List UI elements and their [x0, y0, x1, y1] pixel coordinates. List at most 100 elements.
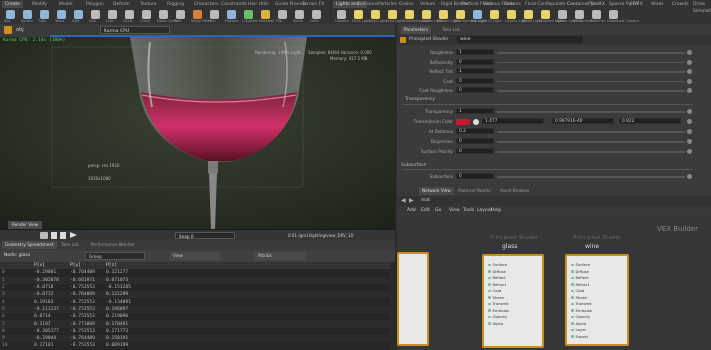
network-path[interactable]: mat [421, 198, 430, 203]
shelf-tool-icon[interactable] [507, 10, 516, 19]
tab-geometry-spreadsheet[interactable]: Geometry Spreadsheet [2, 241, 57, 249]
table-row[interactable]: 10 0.17181 -0.753553 0.009199 [0, 342, 390, 349]
keyframe-icon[interactable] [687, 129, 692, 134]
stop-button[interactable] [51, 232, 57, 239]
node-port[interactable]: Transmit [488, 301, 509, 306]
network-menu-item[interactable]: Add [407, 208, 416, 213]
node-port[interactable]: Surface [488, 262, 507, 267]
table-row[interactable]: 8 -0.305177 -0.753553 0.171773 [0, 328, 390, 335]
shelf-tool-icon[interactable] [91, 10, 100, 19]
shelf-tool-icon[interactable] [295, 10, 304, 19]
shelf-tool-icon[interactable] [388, 10, 397, 19]
shelf-tool-icon[interactable] [609, 10, 618, 19]
shelf-tab[interactable]: Drive Simulation [690, 1, 711, 14]
pause-button[interactable] [60, 232, 66, 239]
shelf-tab[interactable]: FEM [627, 1, 642, 8]
keyframe-icon[interactable] [687, 119, 692, 124]
node-port[interactable]: Coat [571, 288, 584, 293]
parameter-slider[interactable] [497, 111, 685, 113]
tab-network-view[interactable]: Network View [419, 187, 454, 195]
shelf-tool-icon[interactable] [6, 10, 15, 19]
viewport-path[interactable]: obj [16, 27, 24, 33]
node-port[interactable]: Reflect [571, 275, 589, 280]
shelf-tool-icon[interactable] [142, 10, 151, 19]
col-py-header[interactable]: P[y] [68, 262, 104, 270]
shader-node[interactable]: Surface Diffuse Reflect Refract Coat Sheen Tra… [482, 254, 544, 348]
shelf-tab[interactable]: Deform [110, 1, 133, 8]
node-port[interactable]: Layer [571, 327, 586, 332]
node-port[interactable]: Refract [488, 282, 506, 287]
node-port[interactable]: Reflect [488, 275, 506, 280]
node-port[interactable]: Coat [488, 288, 501, 293]
shelf-tool-icon[interactable] [278, 10, 287, 19]
shelf-tab[interactable]: Oceans [501, 1, 524, 8]
shelf-tool-icon[interactable] [473, 10, 482, 19]
shelf-tool-icon[interactable] [371, 10, 380, 19]
parameter-slider[interactable] [497, 71, 685, 73]
col-pz-header[interactable]: P[z] [104, 262, 390, 270]
parameter-field[interactable]: 1.477 [482, 118, 544, 124]
shelf-tool-icon[interactable] [558, 10, 567, 19]
section-subsurface[interactable]: Subsurface [401, 163, 426, 168]
keyframe-icon[interactable] [687, 59, 692, 65]
shelf-tab[interactable]: Grains [396, 1, 417, 8]
table-row[interactable]: 2 -0.0718 -0.753553 -0.151205 [0, 284, 390, 291]
network-menu-item[interactable]: Help [491, 208, 501, 213]
network-menu-item[interactable]: Tools [463, 208, 474, 213]
shelf-tab[interactable]: Rigging [164, 1, 187, 8]
parameter-field[interactable]: 0 [456, 173, 494, 179]
shelf-tab[interactable]: Characters [191, 1, 222, 8]
node-port[interactable]: Transmit [571, 301, 592, 306]
shelf-tool-icon[interactable] [176, 10, 185, 19]
shelf-tool-icon[interactable] [592, 10, 601, 19]
parameter-field[interactable]: 1 [456, 68, 494, 74]
shelf-tool-icon[interactable] [227, 10, 236, 19]
table-row[interactable]: 0 -0.29001 -0.764409 0.121277 [0, 269, 390, 276]
parameter-slider[interactable] [497, 176, 685, 178]
table-row[interactable]: 4 0.19183 -0.753553 -0.134091 [0, 298, 390, 305]
keyframe-icon[interactable] [687, 139, 692, 144]
node-name-field[interactable]: wine [457, 36, 583, 43]
shelf-tool-icon[interactable] [57, 10, 66, 19]
col-index-header[interactable] [0, 262, 32, 270]
col-px-header[interactable]: P[x] [32, 262, 68, 270]
parameter-field[interactable]: 1 [456, 108, 494, 114]
node-port[interactable]: Diffuse [571, 269, 589, 274]
parameter-field[interactable]: 1 [456, 49, 494, 55]
parameter-slider[interactable] [497, 52, 685, 54]
node-port[interactable]: Sheen [488, 295, 504, 300]
shelf-tool-icon[interactable] [337, 10, 346, 19]
keyframe-icon[interactable] [687, 174, 692, 179]
keyframe-icon[interactable] [687, 109, 692, 114]
render-view-tab[interactable]: Render View [8, 221, 43, 229]
shelf-tool-icon[interactable] [541, 10, 550, 19]
keyframe-icon[interactable] [687, 88, 692, 93]
parameter-field[interactable]: 0 [456, 148, 494, 154]
network-menu-item[interactable]: View [449, 208, 460, 213]
shelf-tool-icon[interactable] [40, 10, 49, 19]
shader-node[interactable]: Surface Diffuse Reflect Refract Coat Sheen Tra… [565, 254, 629, 346]
parameter-slider[interactable] [497, 61, 685, 63]
parameter-field[interactable]: 0.2 [456, 128, 494, 134]
shelf-tool-icon[interactable] [439, 10, 448, 19]
node-port[interactable]: Opacity [488, 314, 507, 319]
shelf-tab[interactable]: Modify [29, 1, 50, 8]
parameter-slider[interactable] [497, 80, 685, 82]
snapshot-field[interactable]: Snap 0 [175, 232, 235, 239]
shelf-tool-icon[interactable] [108, 10, 117, 19]
shelf-tab[interactable]: Terrain FX [299, 1, 327, 8]
table-row[interactable]: 6 0.0714 -0.753553 0.219096 [0, 313, 390, 320]
parameter-field[interactable]: 0 [456, 58, 494, 65]
parameter-slider[interactable] [497, 141, 685, 143]
parameter-field[interactable]: 0 [456, 87, 494, 93]
shelf-tool-icon[interactable] [74, 10, 83, 19]
tab-material-palette[interactable]: Material Palette [455, 187, 494, 195]
parameter-slider[interactable] [497, 90, 685, 92]
shelf-tab[interactable]: Crowds [669, 1, 692, 8]
render-button[interactable] [40, 232, 48, 239]
tab-parameters[interactable]: Parameters [401, 26, 431, 34]
group-filter[interactable]: Group [85, 252, 145, 260]
shelf-tab[interactable]: Polygon [83, 1, 107, 8]
parameter-field[interactable]: 0.987916-40 [552, 118, 614, 124]
keyframe-icon[interactable] [687, 69, 692, 74]
